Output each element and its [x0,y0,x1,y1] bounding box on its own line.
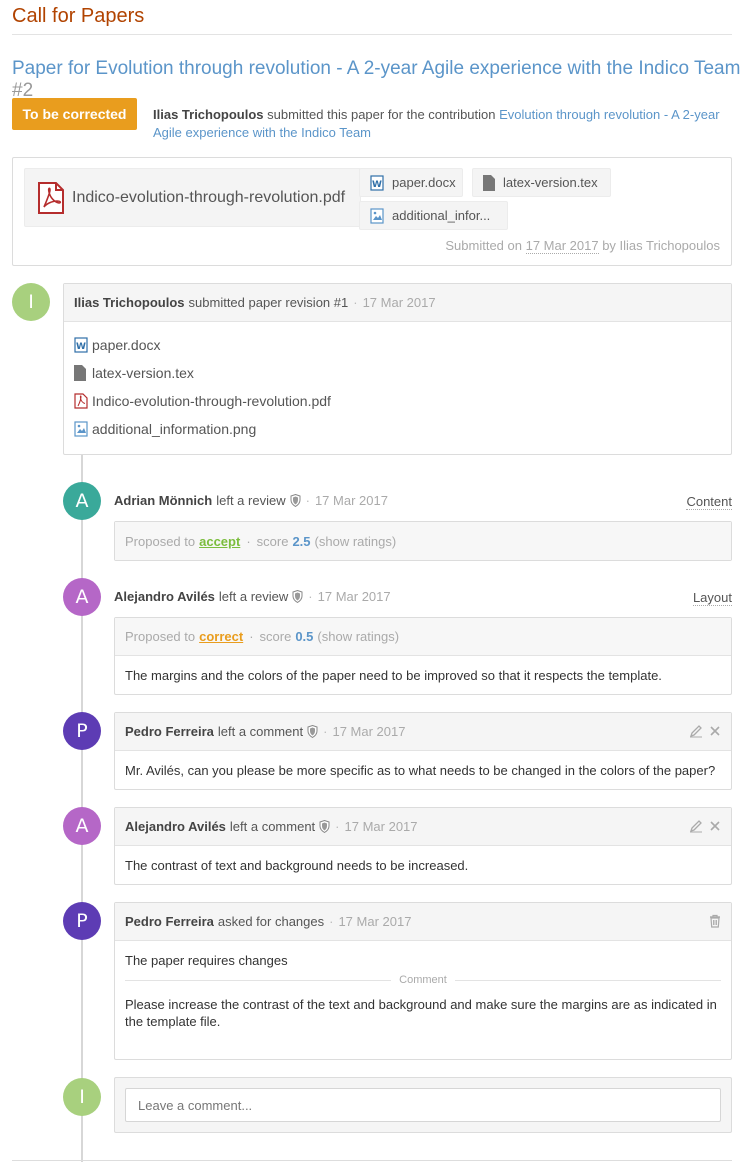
comment-actions [689,819,721,833]
svg-text:W: W [76,342,86,352]
comment-actions [689,724,721,738]
main-file-download[interactable]: Indico-evolution-through-revolution.pdf [24,168,361,227]
judgment-actions [709,914,721,928]
comment-divider: Comment [125,974,721,986]
revision-box: Ilias Trichopoulos submitted paper revis… [63,283,732,455]
file-chip-tex[interactable]: latex-version.tex [472,168,611,197]
submitter-name: Ilias Trichopoulos [153,107,264,122]
svg-text:W: W [372,180,382,190]
review-box: Proposed to accept · score 2.5 (show rat… [114,521,732,561]
author-name: Adrian Mönnich [114,493,213,508]
submitted-date: 17 Mar 2017 [525,238,599,254]
paper-files-box: Indico-evolution-through-revolution.pdf … [12,157,732,266]
avatar: P [63,712,101,750]
pdf-icon [38,181,64,214]
review-header: Adrian Mönnich left a review · 17 Mar 20… [114,493,388,508]
comment-text: Mr. Avilés, can you please be more speci… [125,762,716,778]
review-score: 0.5 [295,629,314,644]
review-group-label[interactable]: Layout [692,590,732,606]
paper-title: Paper for Evolution through revolution -… [12,58,745,102]
review-box: Proposed to correct · score 0.5 (show ra… [114,617,732,695]
revision-file-list: W paper.docx latex-version.tex Indico-ev… [64,322,731,443]
author-name: Pedro Ferreira [125,724,214,739]
close-icon[interactable] [709,819,721,833]
submission-text: submitted this paper for the contributio… [263,107,500,122]
show-ratings-link[interactable]: (show ratings) [315,534,397,549]
edit-icon[interactable] [689,724,703,738]
main-file-name: Indico-evolution-through-revolution.pdf [72,188,346,206]
page-title: Call for Papers [12,5,145,27]
judgment-header: Pedro Ferreira asked for changes · 17 Ma… [115,903,731,941]
file-chip-label: paper.docx [392,175,456,190]
judgment-text: The paper requires changes [125,953,288,968]
shield-icon [307,725,318,738]
revision-file-png[interactable]: additional_information.png [74,415,721,443]
judgment-comment: Please increase the contrast of the text… [125,997,717,1029]
judgment-box: Pedro Ferreira asked for changes · 17 Ma… [114,902,732,1060]
review-comment: The margins and the colors of the paper … [125,667,662,683]
comment-box: Pedro Ferreira left a comment · 17 Mar 2… [114,712,732,790]
revision-header: Ilias Trichopoulos submitted paper revis… [64,284,731,322]
show-ratings-link[interactable]: (show ratings) [317,629,399,644]
comment-text: The contrast of text and background need… [125,857,469,873]
file-chip-image[interactable]: additional_infor... [359,201,508,230]
revision-file-tex[interactable]: latex-version.tex [74,359,721,387]
file-icon [483,174,495,191]
avatar: A [63,807,101,845]
author-name: Ilias Trichopoulos [74,295,185,310]
file-icon [74,365,86,381]
title-divider [12,34,732,35]
avatar: I [12,283,50,321]
close-icon[interactable] [709,724,721,738]
word-icon: W [370,174,384,191]
paper-state-badge: To be corrected [12,98,137,130]
revision-file-docx[interactable]: W paper.docx [74,331,721,359]
submission-summary: Ilias Trichopoulos submitted this paper … [153,106,731,142]
revision-file-pdf[interactable]: Indico-evolution-through-revolution.pdf [74,387,721,415]
review-proposal: Proposed to correct · score 0.5 (show ra… [115,618,731,656]
comment-header: Pedro Ferreira left a comment · 17 Mar 2… [115,713,731,751]
file-chip-label: latex-version.tex [503,175,598,190]
judgment-body: The paper requires changes Comment Pleas… [115,941,731,1030]
avatar: P [63,902,101,940]
review-proposal: Proposed to accept · score 2.5 (show rat… [115,522,731,560]
image-icon [74,421,88,437]
word-icon: W [74,337,88,353]
review-header: Alejandro Avilés left a review · 17 Mar … [114,589,391,604]
author-name: Pedro Ferreira [125,914,214,929]
author-name: Alejandro Avilés [114,589,215,604]
review-score: 2.5 [292,533,311,549]
shield-icon [290,494,301,507]
image-icon [370,207,384,224]
bottom-divider [12,1160,732,1161]
shield-icon [319,820,330,833]
submitted-meta: Submitted on 17 Mar 2017 by Ilias Tricho… [445,238,720,254]
comment-input[interactable] [125,1088,721,1122]
paper-title-text: Paper for Evolution through revolution -… [12,58,741,79]
file-chip-label: additional_infor... [392,208,491,223]
verdict-accept: accept [199,533,241,549]
verdict-correct: correct [199,629,244,644]
shield-icon [292,590,303,603]
revision-date: 17 Mar 2017 [362,295,436,310]
author-name: Alejandro Avilés [125,819,226,834]
revision-action: submitted paper revision #1 [188,295,349,310]
avatar: A [63,578,101,616]
trash-icon[interactable] [709,914,721,928]
comment-header: Alejandro Avilés left a comment · 17 Mar… [115,808,731,846]
pdf-icon [74,393,88,409]
file-chip-docx[interactable]: W paper.docx [359,168,463,197]
avatar: I [63,1078,101,1116]
review-group-label[interactable]: Content [686,494,732,510]
edit-icon[interactable] [689,819,703,833]
comment-box: Alejandro Avilés left a comment · 17 Mar… [114,807,732,885]
avatar: A [63,482,101,520]
